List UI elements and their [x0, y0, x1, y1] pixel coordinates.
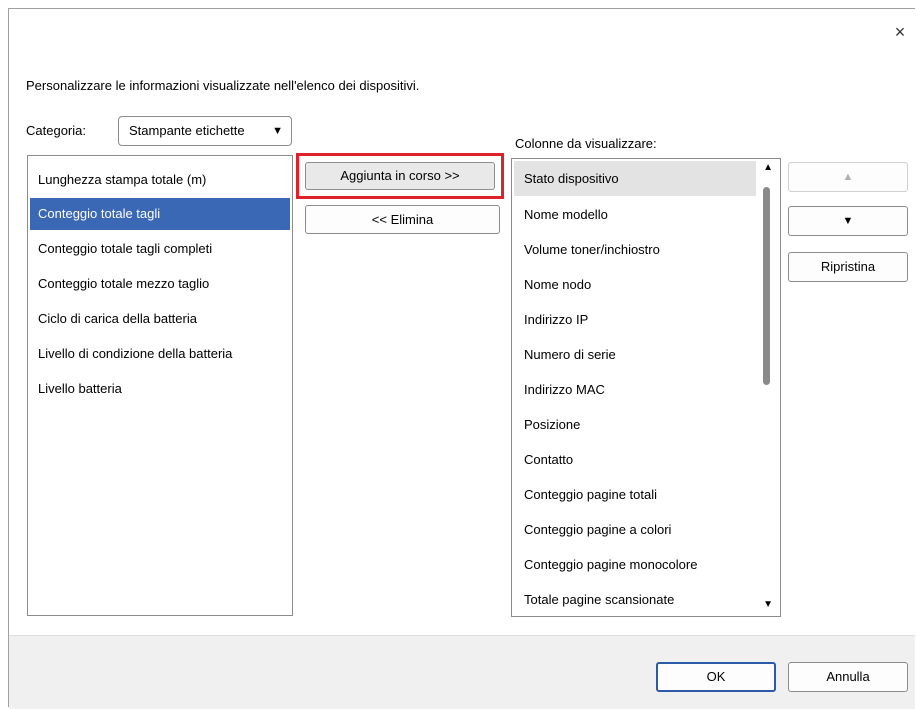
list-item[interactable]: Livello di condizione della batteria [30, 338, 290, 370]
reset-button[interactable]: Ripristina [788, 252, 908, 282]
scroll-up-arrow-icon[interactable]: ▲ [763, 162, 773, 173]
category-selected-value: Stampante etichette [129, 123, 245, 138]
instruction-text: Personalizzare le informazioni visualizz… [26, 78, 420, 93]
available-items-list[interactable]: Lunghezza stampa totale (m) Conteggio to… [27, 155, 293, 616]
list-item-selected[interactable]: Conteggio totale tagli [30, 198, 290, 230]
list-item[interactable]: Posizione [514, 407, 756, 442]
arrow-down-icon: ▼ [842, 215, 854, 227]
category-dropdown[interactable]: Stampante etichette ▼ [118, 116, 292, 146]
ok-button[interactable]: OK [656, 662, 776, 692]
list-item[interactable]: Lunghezza stampa totale (m) [30, 164, 290, 196]
category-label: Categoria: [26, 123, 86, 138]
list-item[interactable]: Numero di serie [514, 337, 756, 372]
list-item[interactable]: Ciclo di carica della batteria [30, 303, 290, 335]
list-item[interactable]: Conteggio pagine monocolore [514, 547, 756, 582]
list-item-selected[interactable]: Stato dispositivo [514, 161, 756, 196]
close-icon[interactable]: × [890, 22, 910, 42]
arrow-up-icon: ▲ [842, 171, 854, 183]
list-item[interactable]: Conteggio totale mezzo taglio [30, 268, 290, 300]
columns-label: Colonne da visualizzare: [515, 136, 657, 151]
list-item[interactable]: Livello batteria [30, 373, 290, 405]
list-item[interactable]: Conteggio pagine a colori [514, 512, 756, 547]
list-item[interactable]: Nome modello [514, 197, 756, 232]
scroll-down-arrow-icon[interactable]: ▼ [763, 599, 773, 610]
list-item[interactable]: Conteggio pagine totali [514, 477, 756, 512]
list-item[interactable]: Indirizzo MAC [514, 372, 756, 407]
remove-button[interactable]: << Elimina [305, 205, 500, 234]
list-item[interactable]: Conteggio totale tagli completi [30, 233, 290, 265]
scrollbar-thumb[interactable] [763, 187, 770, 385]
cancel-button[interactable]: Annulla [788, 662, 908, 692]
list-item[interactable]: Contatto [514, 442, 756, 477]
list-item[interactable]: Totale pagine scansionate [514, 582, 756, 616]
move-down-button[interactable]: ▼ [788, 206, 908, 236]
move-up-button[interactable]: ▲ [788, 162, 908, 192]
dropdown-arrow-icon: ▼ [272, 125, 283, 137]
columns-list[interactable]: Stato dispositivo Nome modello Volume to… [511, 158, 781, 617]
highlight-frame [296, 153, 504, 199]
list-item[interactable]: Indirizzo IP [514, 302, 756, 337]
dialog-footer [9, 635, 915, 709]
list-item[interactable]: Nome nodo [514, 267, 756, 302]
list-item[interactable]: Volume toner/inchiostro [514, 232, 756, 267]
